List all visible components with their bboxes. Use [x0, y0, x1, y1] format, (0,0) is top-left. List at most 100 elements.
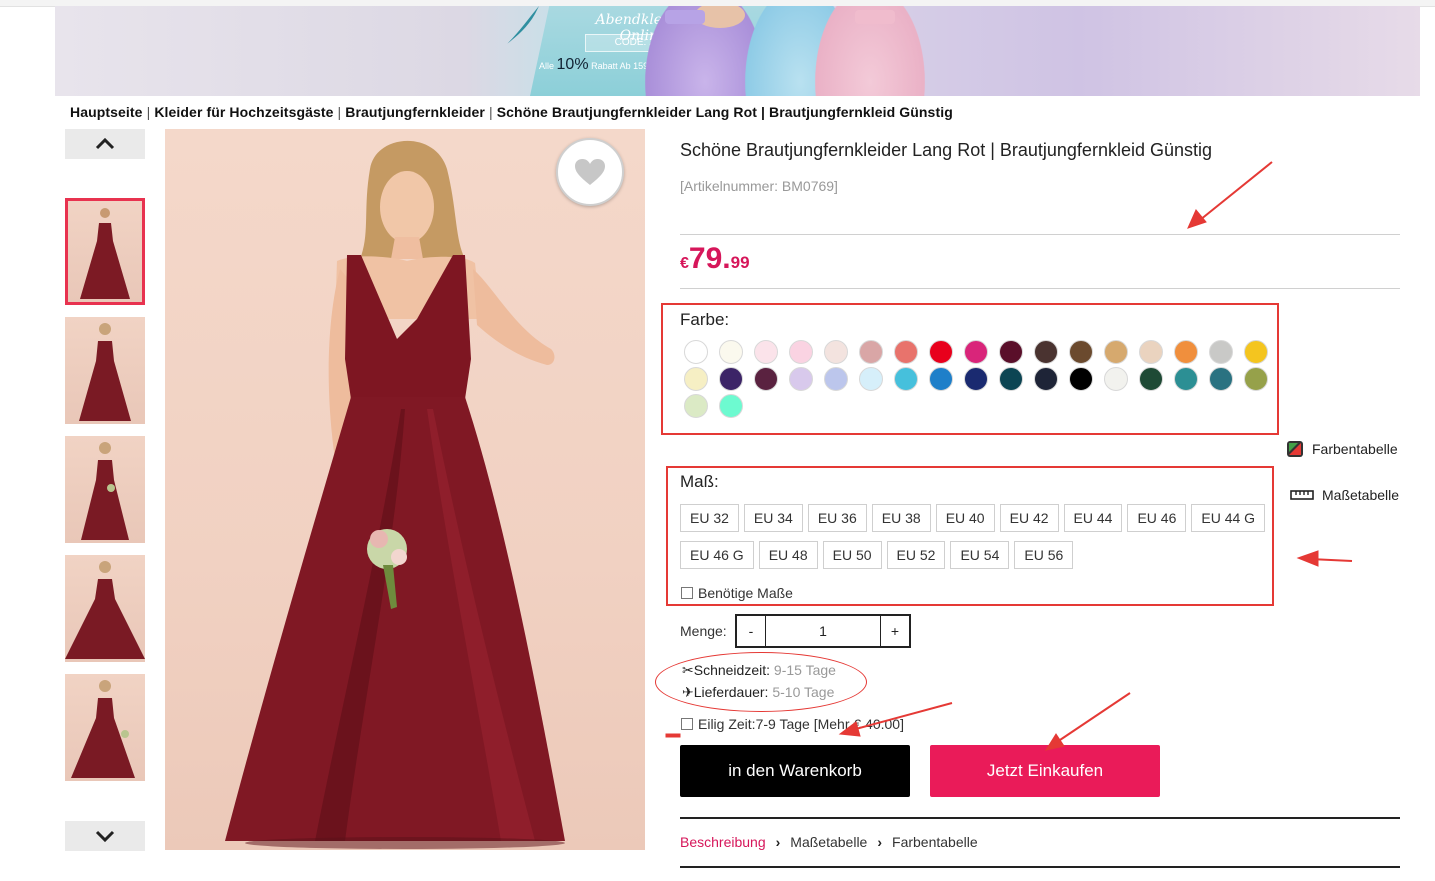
- color-swatch[interactable]: [684, 340, 708, 364]
- size-option[interactable]: EU 42: [999, 504, 1059, 532]
- size-option[interactable]: EU 38: [871, 504, 931, 532]
- quantity-minus-button[interactable]: -: [737, 616, 765, 646]
- color-swatch[interactable]: [1244, 340, 1268, 364]
- model-in-dress-illustration: [225, 140, 565, 849]
- size-option[interactable]: EU 46: [1127, 504, 1187, 532]
- info-tabs: Beschreibung › Maßetabelle › Farbentabel…: [680, 834, 978, 850]
- size-chart-link[interactable]: Maßetabelle: [1290, 487, 1399, 503]
- color-swatch[interactable]: [719, 340, 743, 364]
- dress-front-image: [80, 208, 130, 299]
- size-option[interactable]: EU 50: [822, 541, 882, 569]
- banner-swoosh-decoration: [507, 6, 539, 44]
- breadcrumb-bridesmaid[interactable]: Brautjungfernkleider: [345, 104, 485, 120]
- color-swatch[interactable]: [719, 394, 743, 418]
- color-swatch[interactable]: [789, 367, 813, 391]
- color-swatch[interactable]: [964, 340, 988, 364]
- color-swatch[interactable]: [999, 367, 1023, 391]
- size-option[interactable]: EU 40: [935, 504, 995, 532]
- price-decimal: 99: [730, 253, 750, 272]
- size-option[interactable]: EU 54: [950, 541, 1010, 569]
- color-swatch[interactable]: [1209, 367, 1233, 391]
- annotation-arrow: [1309, 558, 1353, 562]
- color-swatch[interactable]: [719, 367, 743, 391]
- cutting-time: ✂Schneidzeit: 9-15 Tage: [682, 662, 836, 679]
- gallery-thumbnail-1[interactable]: [65, 198, 145, 305]
- color-swatch[interactable]: [964, 367, 988, 391]
- annotation-arrowhead: [1296, 550, 1319, 567]
- tab-color-chart[interactable]: Farbentabelle: [892, 834, 978, 850]
- color-swatch[interactable]: [859, 340, 883, 364]
- color-swatch[interactable]: [929, 340, 953, 364]
- color-swatch[interactable]: [754, 367, 778, 391]
- gallery-thumbnail-3[interactable]: [65, 436, 145, 543]
- size-option[interactable]: EU 48: [758, 541, 818, 569]
- color-swatch[interactable]: [1174, 340, 1198, 364]
- main-product-image[interactable]: [165, 129, 645, 850]
- add-to-cart-button[interactable]: in den Warenkorb: [680, 745, 910, 797]
- color-swatch[interactable]: [1139, 367, 1163, 391]
- size-option[interactable]: EU 32: [680, 504, 739, 532]
- quantity-plus-button[interactable]: +: [881, 616, 909, 646]
- color-swatch[interactable]: [824, 367, 848, 391]
- buy-now-button[interactable]: Jetzt Einkaufen: [930, 745, 1160, 797]
- custom-size-checkbox[interactable]: [681, 587, 693, 599]
- color-swatch[interactable]: [929, 367, 953, 391]
- color-swatch[interactable]: [1104, 340, 1128, 364]
- color-swatch[interactable]: [1104, 367, 1128, 391]
- breadcrumb-current[interactable]: Schöne Brautjungfernkleider Lang Rot | B…: [497, 104, 953, 120]
- banner-model-top-pink: [855, 10, 895, 24]
- color-swatch[interactable]: [684, 367, 708, 391]
- size-option[interactable]: EU 52: [886, 541, 946, 569]
- color-swatch[interactable]: [1034, 367, 1058, 391]
- color-swatch[interactable]: [894, 367, 918, 391]
- color-swatch[interactable]: [1034, 340, 1058, 364]
- gallery-up-button[interactable]: [65, 129, 145, 159]
- color-swatch[interactable]: [1174, 367, 1198, 391]
- color-swatch[interactable]: [824, 340, 848, 364]
- color-chart-link[interactable]: Farbentabelle: [1286, 440, 1398, 458]
- promo-banner[interactable]: Abendkleider Online CODE: 2023 Alle 10% …: [55, 6, 1420, 96]
- heart-icon: [575, 159, 605, 185]
- size-label: Maß:: [680, 472, 719, 491]
- color-swatch[interactable]: [1209, 340, 1233, 364]
- size-option[interactable]: EU 34: [743, 504, 803, 532]
- delivery-time-label: Lieferdauer:: [693, 684, 769, 700]
- color-swatch[interactable]: [1244, 367, 1268, 391]
- delivery-time-value: 5-10 Tage: [768, 684, 835, 700]
- size-option[interactable]: EU 44 G: [1191, 504, 1266, 532]
- quantity-label: Menge:: [680, 623, 727, 639]
- quantity-stepper: - 1 +: [735, 614, 911, 648]
- color-swatch[interactable]: [1069, 340, 1093, 364]
- breadcrumb-home[interactable]: Hauptseite: [70, 104, 143, 120]
- cutting-time-label: Schneidzeit:: [693, 662, 771, 678]
- color-swatch[interactable]: [754, 340, 778, 364]
- size-option[interactable]: EU 56: [1014, 541, 1074, 569]
- size-option[interactable]: EU 44: [1063, 504, 1123, 532]
- tab-description[interactable]: Beschreibung: [680, 834, 766, 850]
- breadcrumb-separator: |: [337, 104, 342, 120]
- delivery-highlight-annotation: [655, 652, 867, 712]
- color-swatch[interactable]: [1069, 367, 1093, 391]
- chevron-up-icon: [95, 138, 115, 150]
- quantity-input[interactable]: 1: [765, 616, 881, 646]
- color-swatch[interactable]: [1139, 340, 1163, 364]
- breadcrumb-separator: |: [146, 104, 151, 120]
- color-swatch[interactable]: [684, 394, 708, 418]
- color-swatch[interactable]: [859, 367, 883, 391]
- gallery-thumbnail-5[interactable]: [65, 674, 145, 781]
- color-swatch[interactable]: [789, 340, 813, 364]
- size-option[interactable]: EU 46 G: [680, 541, 754, 569]
- breadcrumb-wedding-guest[interactable]: Kleider für Hochzeitsgäste: [154, 104, 333, 120]
- gallery-thumbnail-2[interactable]: [65, 317, 145, 424]
- size-chart-label: Maßetabelle: [1322, 487, 1400, 503]
- tab-size-chart[interactable]: Maßetabelle: [790, 834, 867, 850]
- breadcrumb-separator: |: [488, 104, 493, 120]
- express-checkbox[interactable]: [681, 718, 693, 730]
- color-swatch[interactable]: [894, 340, 918, 364]
- color-swatch[interactable]: [999, 340, 1023, 364]
- gallery-thumbnail-4[interactable]: [65, 555, 145, 662]
- divider: [680, 234, 1400, 235]
- wishlist-button[interactable]: [556, 138, 624, 206]
- size-option[interactable]: EU 36: [807, 504, 867, 532]
- gallery-down-button[interactable]: [65, 821, 145, 851]
